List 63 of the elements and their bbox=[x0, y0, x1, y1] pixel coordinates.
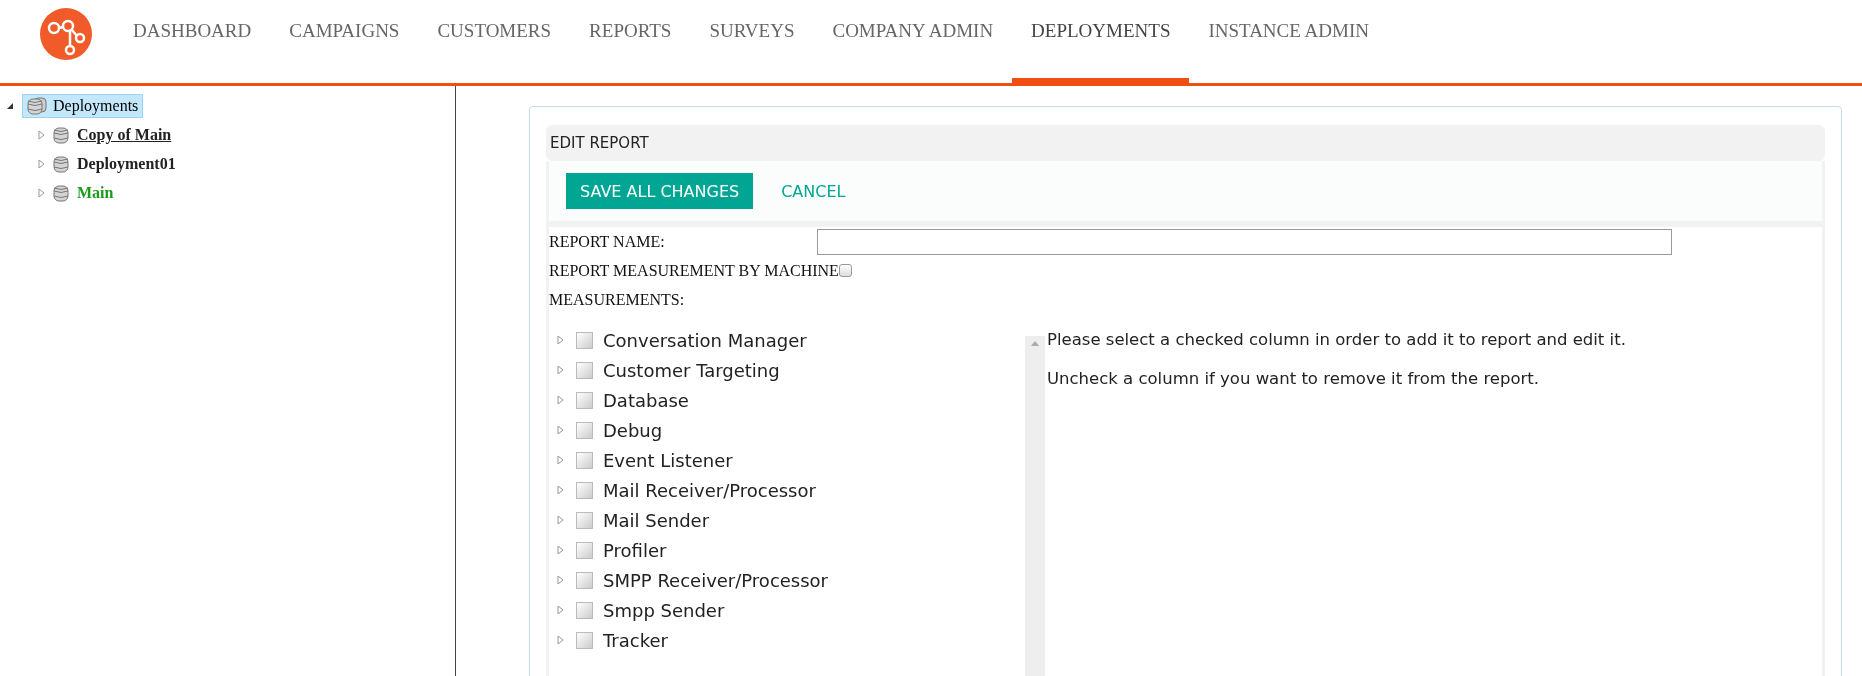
tree-item[interactable]: Database bbox=[603, 389, 689, 411]
tree-item[interactable]: Debug bbox=[603, 419, 663, 441]
database-icon bbox=[27, 96, 47, 115]
checkbox[interactable] bbox=[576, 391, 593, 409]
expand-arrow-icon[interactable] bbox=[38, 158, 45, 169]
nav-tab[interactable]: SURVEYS bbox=[690, 0, 814, 86]
tree-item[interactable]: Conversation Manager bbox=[603, 329, 807, 351]
expand-arrow-icon[interactable] bbox=[557, 425, 564, 435]
checkbox[interactable] bbox=[576, 451, 593, 469]
checkbox[interactable] bbox=[576, 571, 593, 589]
expand-arrow-icon[interactable] bbox=[557, 605, 564, 615]
checkbox[interactable] bbox=[576, 481, 593, 499]
checkbox[interactable] bbox=[576, 541, 593, 559]
database-icon bbox=[53, 125, 69, 144]
tree-item[interactable]: Profiler bbox=[603, 539, 667, 561]
tree-item[interactable]: Event Listener bbox=[603, 449, 733, 471]
tree-item[interactable]: Tracker bbox=[603, 629, 668, 651]
collapse-arrow-icon[interactable] bbox=[6, 101, 14, 110]
nav-tab[interactable]: INSTANCE ADMIN bbox=[1189, 0, 1388, 86]
expand-arrow-icon[interactable] bbox=[557, 485, 564, 495]
nav-tab[interactable]: CUSTOMERS bbox=[418, 0, 571, 86]
checkbox[interactable] bbox=[576, 421, 593, 439]
tree-item[interactable]: SMPP Receiver/Processor bbox=[603, 569, 829, 591]
checkbox[interactable] bbox=[838, 264, 852, 277]
nav-tab[interactable]: CAMPAIGNS bbox=[270, 0, 419, 86]
field-label: REPORT NAME: bbox=[549, 232, 666, 251]
tree-item[interactable]: Copy of Main bbox=[77, 125, 172, 144]
help-text: Uncheck a column if you want to remove it from the report. bbox=[1047, 369, 1541, 388]
nav-tab[interactable]: REPORTS bbox=[570, 0, 691, 86]
expand-arrow-icon[interactable] bbox=[557, 455, 564, 465]
help-text: Please select a checked column in order to add it to report and edit it. bbox=[1047, 330, 1626, 349]
expand-arrow-icon[interactable] bbox=[557, 635, 564, 645]
expand-arrow-icon[interactable] bbox=[557, 575, 564, 585]
expand-arrow-icon[interactable] bbox=[557, 365, 564, 375]
checkbox[interactable] bbox=[576, 361, 593, 379]
logo-icon[interactable] bbox=[40, 8, 92, 60]
database-icon bbox=[53, 154, 69, 173]
tree-item[interactable]: Deployment01 bbox=[77, 154, 176, 173]
panel-title: EDIT REPORT bbox=[546, 125, 1825, 161]
nav-tab[interactable]: DASHBOARD bbox=[114, 0, 271, 86]
checkbox[interactable] bbox=[576, 511, 593, 529]
field-label: MEASUREMENTS: bbox=[549, 290, 685, 309]
report-name-input[interactable] bbox=[817, 228, 1672, 255]
expand-arrow-icon[interactable] bbox=[557, 395, 564, 405]
nav-tab[interactable]: COMPANY ADMIN bbox=[813, 0, 1013, 86]
tree-root-item[interactable]: Deployments bbox=[22, 93, 144, 118]
checkbox[interactable] bbox=[576, 631, 593, 649]
tree-item[interactable]: Main bbox=[77, 183, 114, 202]
expand-arrow-icon[interactable] bbox=[38, 129, 45, 140]
database-icon bbox=[53, 183, 69, 202]
tree-item[interactable]: Mail Sender bbox=[603, 509, 710, 531]
expand-arrow-icon[interactable] bbox=[557, 335, 564, 345]
checkbox[interactable] bbox=[576, 601, 593, 619]
checkbox[interactable] bbox=[576, 331, 593, 349]
expand-arrow-icon[interactable] bbox=[38, 187, 45, 198]
tree-item[interactable]: Customer Targeting bbox=[603, 359, 780, 381]
expand-arrow-icon[interactable] bbox=[557, 545, 564, 555]
scrollbar[interactable] bbox=[1025, 336, 1045, 676]
expand-arrow-icon[interactable] bbox=[557, 515, 564, 525]
tree-item[interactable]: Smpp Sender bbox=[603, 599, 725, 621]
tree-item[interactable]: Mail Receiver/Processor bbox=[603, 479, 816, 501]
nav-tab[interactable]: DEPLOYMENTS bbox=[1012, 0, 1190, 86]
field-label: REPORT MEASUREMENT BY MACHINE bbox=[549, 261, 839, 280]
